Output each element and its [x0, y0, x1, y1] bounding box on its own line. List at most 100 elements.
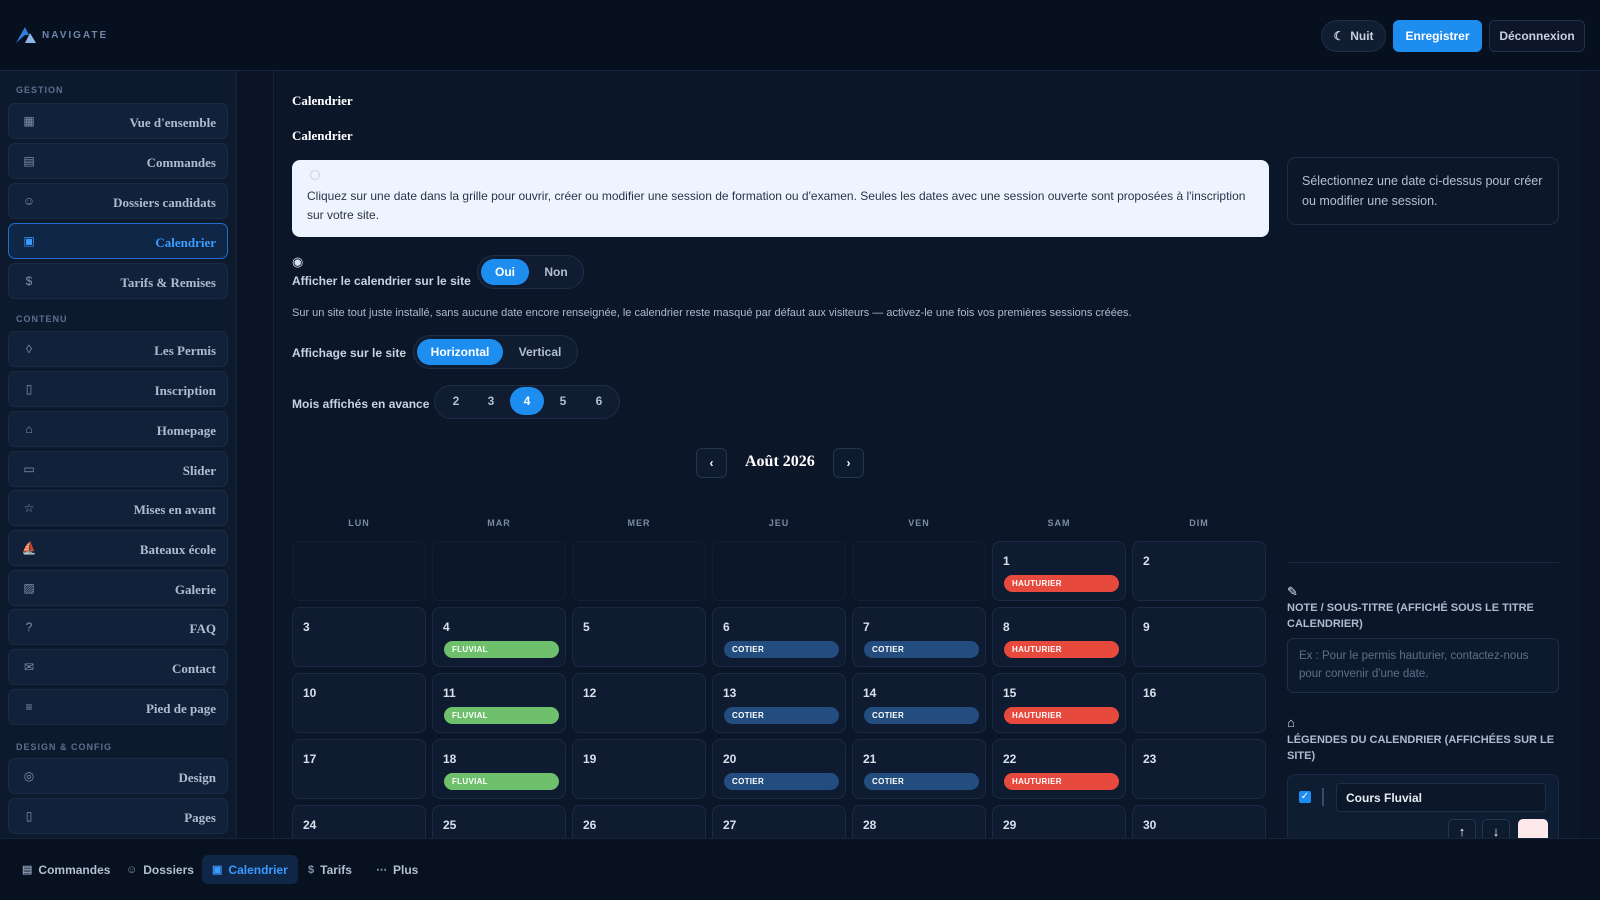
calendar-day-cell[interactable]: 10 — [292, 673, 426, 733]
calendar-empty-cell — [572, 541, 706, 601]
bottom-nav-label: Dossiers — [143, 862, 194, 877]
session-badge[interactable]: FLUVIAL — [444, 773, 559, 790]
sidebar-item-label: Vue d'ensemble — [129, 115, 216, 130]
calendar-day-cell[interactable]: 6 COTIER — [712, 607, 846, 667]
star-icon: ☆ — [23, 501, 35, 515]
show-no-option[interactable]: Non — [532, 259, 580, 285]
day-number: 29 — [1003, 818, 1017, 832]
weekday-header: MAR — [487, 518, 511, 528]
calendar-day-cell[interactable]: 20 COTIER — [712, 739, 846, 799]
legend-name-input[interactable]: Cours Fluvial — [1336, 783, 1546, 812]
months-option-3[interactable]: 3 — [474, 387, 508, 415]
calendar-day-cell[interactable]: 14 COTIER — [852, 673, 986, 733]
day-number: 18 — [443, 752, 457, 766]
next-month-button[interactable]: › — [833, 448, 864, 478]
night-mode-button[interactable]: ☾ Nuit — [1321, 20, 1386, 52]
display-vertical-option[interactable]: Vertical — [506, 339, 574, 365]
calendar-icon: ▣ — [23, 234, 35, 248]
sidebar-item-bateaux-cole[interactable]: ⛵ Bateaux école — [8, 530, 228, 566]
sidebar-item-faq[interactable]: ? FAQ — [8, 609, 228, 645]
display-horizontal-option[interactable]: Horizontal — [417, 339, 503, 365]
sidebar-item-contact[interactable]: ✉ Contact — [8, 649, 228, 685]
sidebar-item-label: Inscription — [154, 383, 216, 398]
months-option-6[interactable]: 6 — [582, 387, 616, 415]
sidebar-item-slider[interactable]: ▭ Slider — [8, 451, 228, 487]
calendar-day-cell[interactable]: 5 — [572, 607, 706, 667]
calendar-day-cell[interactable]: 13 COTIER — [712, 673, 846, 733]
sidebar-item-galerie[interactable]: ▨ Galerie — [8, 570, 228, 606]
legend-drag-handle[interactable] — [1322, 788, 1324, 806]
sidebar-item-mises-en-avant[interactable]: ☆ Mises en avant — [8, 490, 228, 526]
session-badge[interactable]: FLUVIAL — [444, 641, 559, 658]
inbox-icon: ▤ — [23, 154, 35, 168]
calendar-day-cell[interactable]: 19 — [572, 739, 706, 799]
sidebar-item-homepage[interactable]: ⌂ Homepage — [8, 411, 228, 447]
bottom-nav-tarifs[interactable]: $ Tarifs — [298, 855, 362, 884]
calendar-day-cell[interactable]: 16 — [1132, 673, 1266, 733]
calendar-day-cell[interactable]: 21 COTIER — [852, 739, 986, 799]
session-badge[interactable]: FLUVIAL — [444, 707, 559, 724]
calendar-day-cell[interactable]: 3 — [292, 607, 426, 667]
note-textarea[interactable]: Ex : Pour le permis hauturier, contactez… — [1287, 638, 1559, 693]
calendar-day-cell[interactable]: 18 FLUVIAL — [432, 739, 566, 799]
sidebar-item-design[interactable]: ◎ Design — [8, 758, 228, 794]
day-number: 6 — [723, 620, 730, 634]
info-box: Cliquez sur une date dans la grille pour… — [292, 160, 1269, 237]
session-badge[interactable]: HAUTURIER — [1004, 575, 1119, 592]
slider-icon: ▭ — [23, 462, 35, 476]
sidebar-item-dossiers-candidats[interactable]: ☺ Dossiers candidats — [8, 183, 228, 219]
sidebar-item-calendrier[interactable]: ▣ Calendrier — [8, 223, 228, 259]
calendar-day-cell[interactable]: 9 — [1132, 607, 1266, 667]
legend-checkbox[interactable]: ✓ — [1299, 791, 1311, 803]
months-option-2[interactable]: 2 — [439, 387, 473, 415]
calendar-day-cell[interactable]: 1 HAUTURIER — [992, 541, 1126, 601]
calendar-day-cell[interactable]: 17 — [292, 739, 426, 799]
sidebar-item-label: Commandes — [146, 155, 216, 170]
logo[interactable]: NAVIGATE — [16, 27, 108, 43]
session-badge[interactable]: COTIER — [864, 641, 979, 658]
sidebar-item-commandes[interactable]: ▤ Commandes — [8, 143, 228, 179]
bottom-nav-plus[interactable]: ⋯ Plus — [366, 855, 428, 884]
show-yes-option[interactable]: Oui — [481, 259, 529, 285]
shield-icon: ◊ — [26, 342, 32, 356]
calendar-day-cell[interactable]: 2 — [1132, 541, 1266, 601]
months-option-4[interactable]: 4 — [510, 387, 544, 415]
sidebar-item-les-permis[interactable]: ◊ Les Permis — [8, 331, 228, 367]
session-badge[interactable]: COTIER — [724, 707, 839, 724]
session-badge[interactable]: COTIER — [864, 707, 979, 724]
session-badge[interactable]: COTIER — [724, 641, 839, 658]
sidebar-item-label: FAQ — [189, 621, 216, 636]
calendar-day-cell[interactable]: 8 HAUTURIER — [992, 607, 1126, 667]
info-text: Cliquez sur une date dans la grille pour… — [307, 189, 1246, 222]
sidebar-item-pages[interactable]: ▯ Pages — [8, 798, 228, 834]
sidebar-item-tarifs-remises[interactable]: $ Tarifs & Remises — [8, 263, 228, 299]
calendar-day-cell[interactable]: 23 — [1132, 739, 1266, 799]
calendar-day-cell[interactable]: 7 COTIER — [852, 607, 986, 667]
session-badge[interactable]: HAUTURIER — [1004, 773, 1119, 790]
calendar-day-cell[interactable]: 15 HAUTURIER — [992, 673, 1126, 733]
calendar-day-cell[interactable]: 12 — [572, 673, 706, 733]
day-number: 27 — [723, 818, 737, 832]
save-button[interactable]: Enregistrer — [1393, 20, 1482, 52]
day-number: 13 — [723, 686, 737, 700]
bottom-nav-dossiers[interactable]: ☺ Dossiers — [116, 855, 204, 884]
calendar-day-cell[interactable]: 11 FLUVIAL — [432, 673, 566, 733]
prev-month-button[interactable]: ‹ — [696, 448, 727, 478]
calendar-day-cell[interactable]: 4 FLUVIAL — [432, 607, 566, 667]
night-mode-label: Nuit — [1350, 29, 1374, 43]
months-option-5[interactable]: 5 — [546, 387, 580, 415]
month-label: Août 2026 — [745, 453, 815, 470]
logout-button[interactable]: Déconnexion — [1489, 20, 1585, 52]
session-badge[interactable]: HAUTURIER — [1004, 641, 1119, 658]
sidebar-item-pied-de-page[interactable]: ≡ Pied de page — [8, 689, 228, 725]
session-badge[interactable]: COTIER — [724, 773, 839, 790]
calendar-day-cell[interactable]: 22 HAUTURIER — [992, 739, 1126, 799]
bottom-nav-calendrier[interactable]: ▣ Calendrier — [202, 855, 298, 884]
sidebar-item-label: Mises en avant — [133, 502, 216, 517]
weekday-header: JEU — [768, 518, 790, 528]
session-badge[interactable]: COTIER — [864, 773, 979, 790]
session-badge[interactable]: HAUTURIER — [1004, 707, 1119, 724]
bottom-nav-commandes[interactable]: ▤ Commandes — [12, 855, 120, 884]
sidebar-item-vue-d-ensemble[interactable]: ▦ Vue d'ensemble — [8, 103, 228, 139]
sidebar-item-inscription[interactable]: ▯ Inscription — [8, 371, 228, 407]
